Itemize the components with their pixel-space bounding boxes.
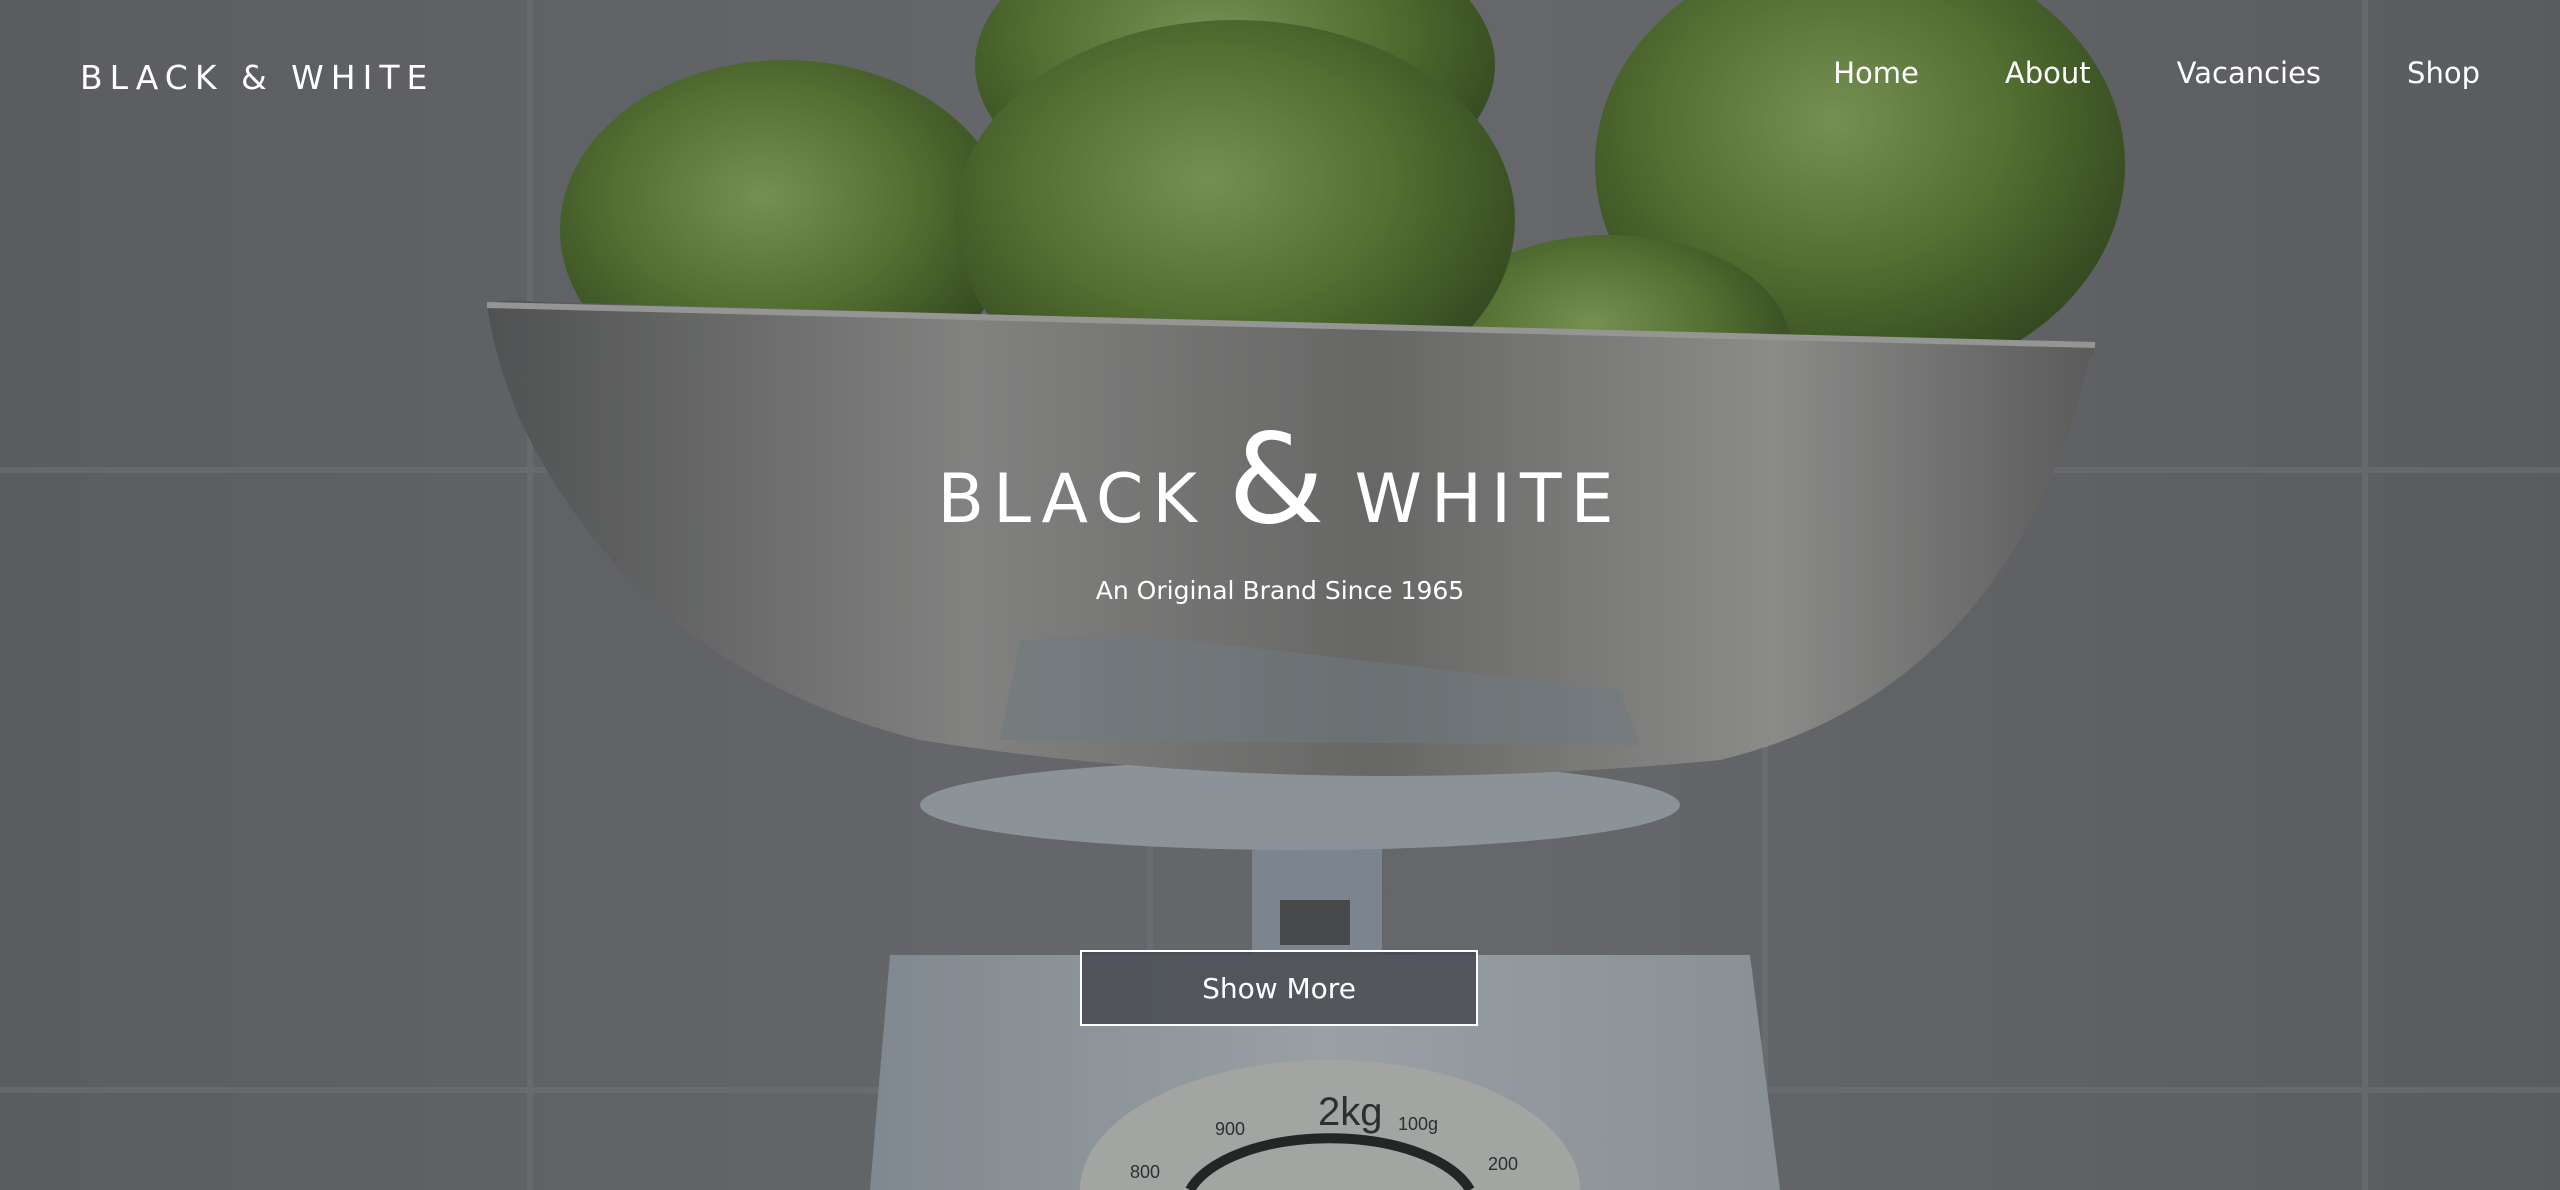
main-nav: Home About Vacancies Shop: [1747, 56, 2480, 90]
nav-vacancies-link[interactable]: Vacancies: [2177, 56, 2321, 90]
show-more-button[interactable]: Show More: [1080, 950, 1478, 1026]
nav-shop-link[interactable]: Shop: [2407, 56, 2480, 90]
nav-home-link[interactable]: Home: [1833, 56, 1919, 90]
site-logo[interactable]: BLACK & WHITE: [80, 58, 434, 97]
nav-about-link[interactable]: About: [2005, 56, 2091, 90]
hero-section: 2kg 900 100g 800 200 BLACK & WHITE Home …: [0, 0, 2560, 1190]
hero-title: BLACK & WHITE: [0, 418, 2560, 542]
hero-tagline: An Original Brand Since 1965: [1095, 576, 1465, 605]
hero-title-black: BLACK: [937, 460, 1206, 539]
hero-title-white: WHITE: [1354, 460, 1623, 539]
hero-title-ampersand: &: [1227, 408, 1325, 552]
